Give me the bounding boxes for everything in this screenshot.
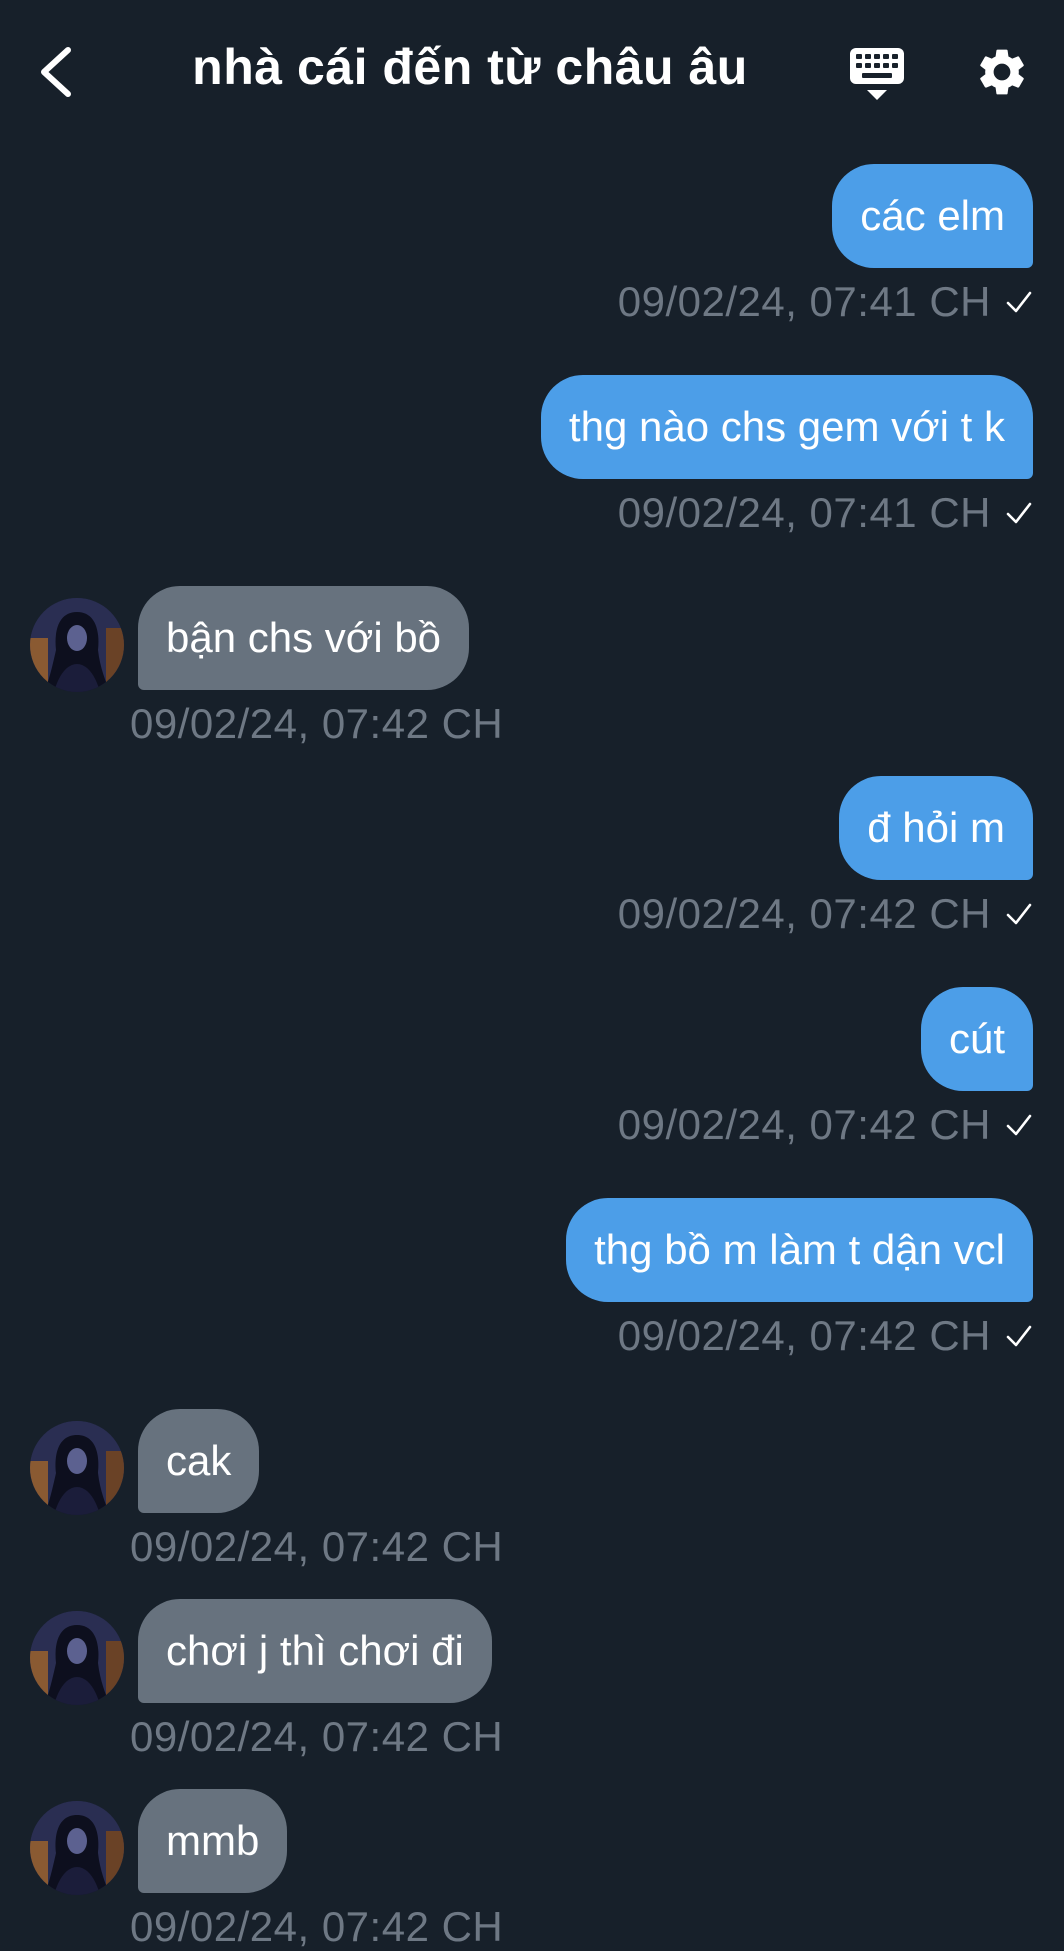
message-bubble[interactable]: thg nào chs gem với t k <box>540 375 1033 479</box>
keyboard-button[interactable] <box>848 46 906 104</box>
avatar[interactable] <box>30 1611 124 1705</box>
avatar-image <box>30 1611 124 1705</box>
check-icon <box>1006 1114 1032 1136</box>
message-timestamp: 09/02/24, 07:42 CH <box>130 1903 504 1950</box>
avatar-image <box>30 1421 124 1515</box>
message-meta: 09/02/24, 07:41 CH <box>618 489 1033 537</box>
message-bubble[interactable]: đ hỏi m <box>839 776 1033 880</box>
check-icon <box>1006 502 1032 524</box>
message-timestamp: 09/02/24, 07:41 CH <box>617 489 991 536</box>
avatar[interactable] <box>30 1801 124 1895</box>
message-bubble[interactable]: cút <box>920 987 1033 1091</box>
check-icon <box>1006 903 1032 925</box>
message-timestamp: 09/02/24, 07:42 CH <box>617 1101 991 1148</box>
avatar[interactable] <box>30 1421 124 1515</box>
chevron-left-icon <box>41 47 71 97</box>
message-bubble[interactable]: các elm <box>832 164 1033 268</box>
message-meta: 09/02/24, 07:42 CH <box>618 1101 1033 1149</box>
message-bubble[interactable]: bận chs với bồ <box>138 586 470 690</box>
chat-header: nhà cái đến từ châu âu <box>0 0 1064 150</box>
avatar[interactable] <box>30 598 124 692</box>
gear-icon <box>980 49 1024 95</box>
message-timestamp: 09/02/24, 07:42 CH <box>617 890 991 937</box>
message-bubble[interactable]: chơi j thì chơi đi <box>138 1599 492 1703</box>
message-bubble[interactable]: thg bồ m làm t dận vcl <box>566 1198 1033 1302</box>
settings-button[interactable] <box>974 44 1030 100</box>
chat-title: nhà cái đến từ châu âu <box>192 39 748 95</box>
message-timestamp: 09/02/24, 07:42 CH <box>617 1312 991 1359</box>
message-meta: 09/02/24, 07:42 CH <box>618 1312 1033 1360</box>
message-timestamp: 09/02/24, 07:41 CH <box>617 278 991 325</box>
avatar-image <box>30 1801 124 1895</box>
message-meta: 09/02/24, 07:41 CH <box>618 278 1033 326</box>
check-icon <box>1006 291 1032 313</box>
back-button[interactable] <box>30 42 86 102</box>
message-timestamp: 09/02/24, 07:42 CH <box>130 1523 504 1570</box>
avatar-image <box>30 598 124 692</box>
keyboard-icon <box>850 48 904 100</box>
message-timestamp: 09/02/24, 07:42 CH <box>130 1713 504 1760</box>
message-meta: 09/02/24, 07:42 CH <box>618 890 1033 938</box>
check-icon <box>1006 1325 1032 1347</box>
message-bubble[interactable]: cak <box>138 1409 260 1513</box>
message-timestamp: 09/02/24, 07:42 CH <box>130 700 504 747</box>
message-bubble[interactable]: mmb <box>138 1789 288 1893</box>
